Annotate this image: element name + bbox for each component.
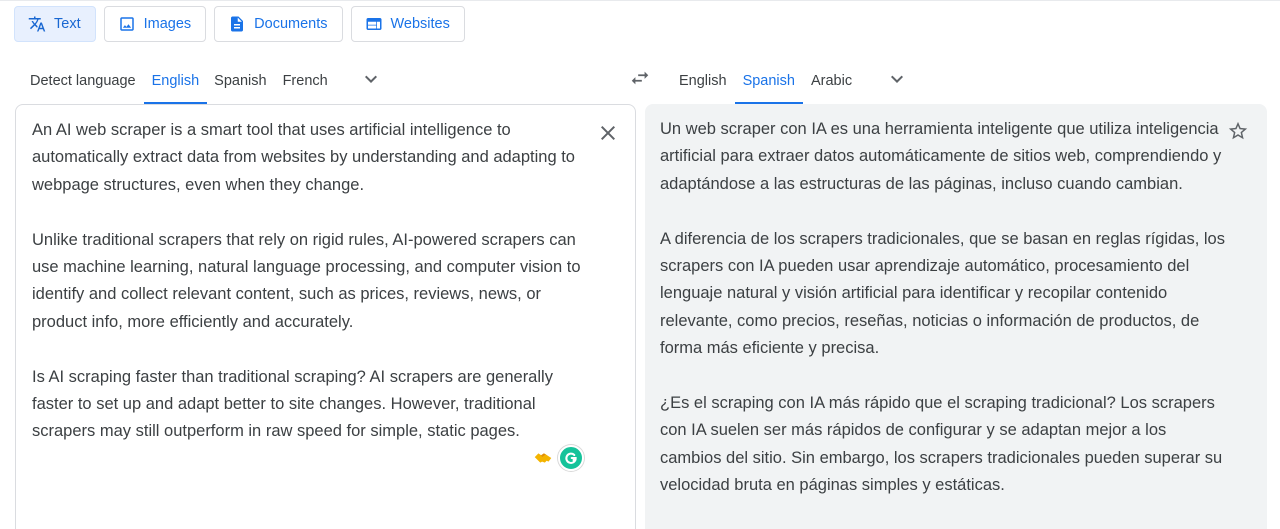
mode-tabs: Text Images Documents Websites <box>14 6 465 42</box>
chevron-down-icon <box>359 67 383 96</box>
mode-websites-button[interactable]: Websites <box>350 6 465 42</box>
mode-documents-button[interactable]: Documents <box>214 6 343 42</box>
detect-language-tab[interactable]: Detect language <box>16 58 144 104</box>
grammarly-icon[interactable] <box>558 445 584 471</box>
target-tab-arabic[interactable]: Arabic <box>803 58 859 104</box>
top-divider <box>0 0 1280 1</box>
source-tab-french[interactable]: French <box>274 58 335 104</box>
chevron-down-icon <box>885 67 909 96</box>
source-text-panel[interactable]: An AI web scraper is a smart tool that u… <box>15 104 636 529</box>
target-tab-spanish[interactable]: Spanish <box>734 58 804 104</box>
translation-paragraph: ¿Es el scraping con IA más rápido que el… <box>660 394 1223 495</box>
website-icon <box>365 15 383 33</box>
translation-paragraph: A diferencia de los scrapers tradicional… <box>660 229 1225 358</box>
source-language-bar: Detect language English Spanish French <box>16 58 389 104</box>
swap-languages-icon <box>629 67 651 94</box>
source-tab-spanish[interactable]: Spanish <box>207 58 273 104</box>
target-tab-english[interactable]: English <box>666 58 735 104</box>
star-icon <box>1227 121 1249 146</box>
mode-images-label: Images <box>143 16 192 32</box>
mode-text-label: Text <box>54 16 81 32</box>
source-tab-english[interactable]: English <box>143 58 208 104</box>
translation-output: Un web scraper con IA es una herramienta… <box>660 116 1230 527</box>
extension-icons <box>532 445 584 471</box>
mode-websites-label: Websites <box>390 16 450 32</box>
handshake-icon[interactable] <box>532 447 554 469</box>
source-more-languages-button[interactable] <box>353 58 389 104</box>
document-icon <box>228 15 246 33</box>
mode-text-button[interactable]: Text <box>14 6 96 42</box>
target-language-bar: English Spanish Arabic <box>666 58 915 104</box>
target-more-languages-button[interactable] <box>879 58 915 104</box>
translate-icon <box>28 15 46 33</box>
source-paragraph: An AI web scraper is a smart tool that u… <box>32 121 575 194</box>
source-paragraph: Unlike traditional scrapers that rely on… <box>32 230 581 331</box>
save-translation-button[interactable] <box>1227 120 1249 142</box>
translation-paragraph: Un web scraper con IA es una herramienta… <box>660 120 1222 193</box>
translation-panel: Un web scraper con IA es una herramienta… <box>645 104 1267 529</box>
swap-languages-button[interactable] <box>626 68 654 92</box>
source-paragraph: Is AI scraping faster than traditional s… <box>32 367 553 441</box>
close-icon <box>596 126 620 149</box>
clear-source-button[interactable] <box>596 121 620 145</box>
mode-images-button[interactable]: Images <box>103 6 207 42</box>
source-textarea[interactable]: An AI web scraper is a smart tool that u… <box>32 117 592 473</box>
image-icon <box>118 15 136 33</box>
mode-documents-label: Documents <box>254 16 328 32</box>
